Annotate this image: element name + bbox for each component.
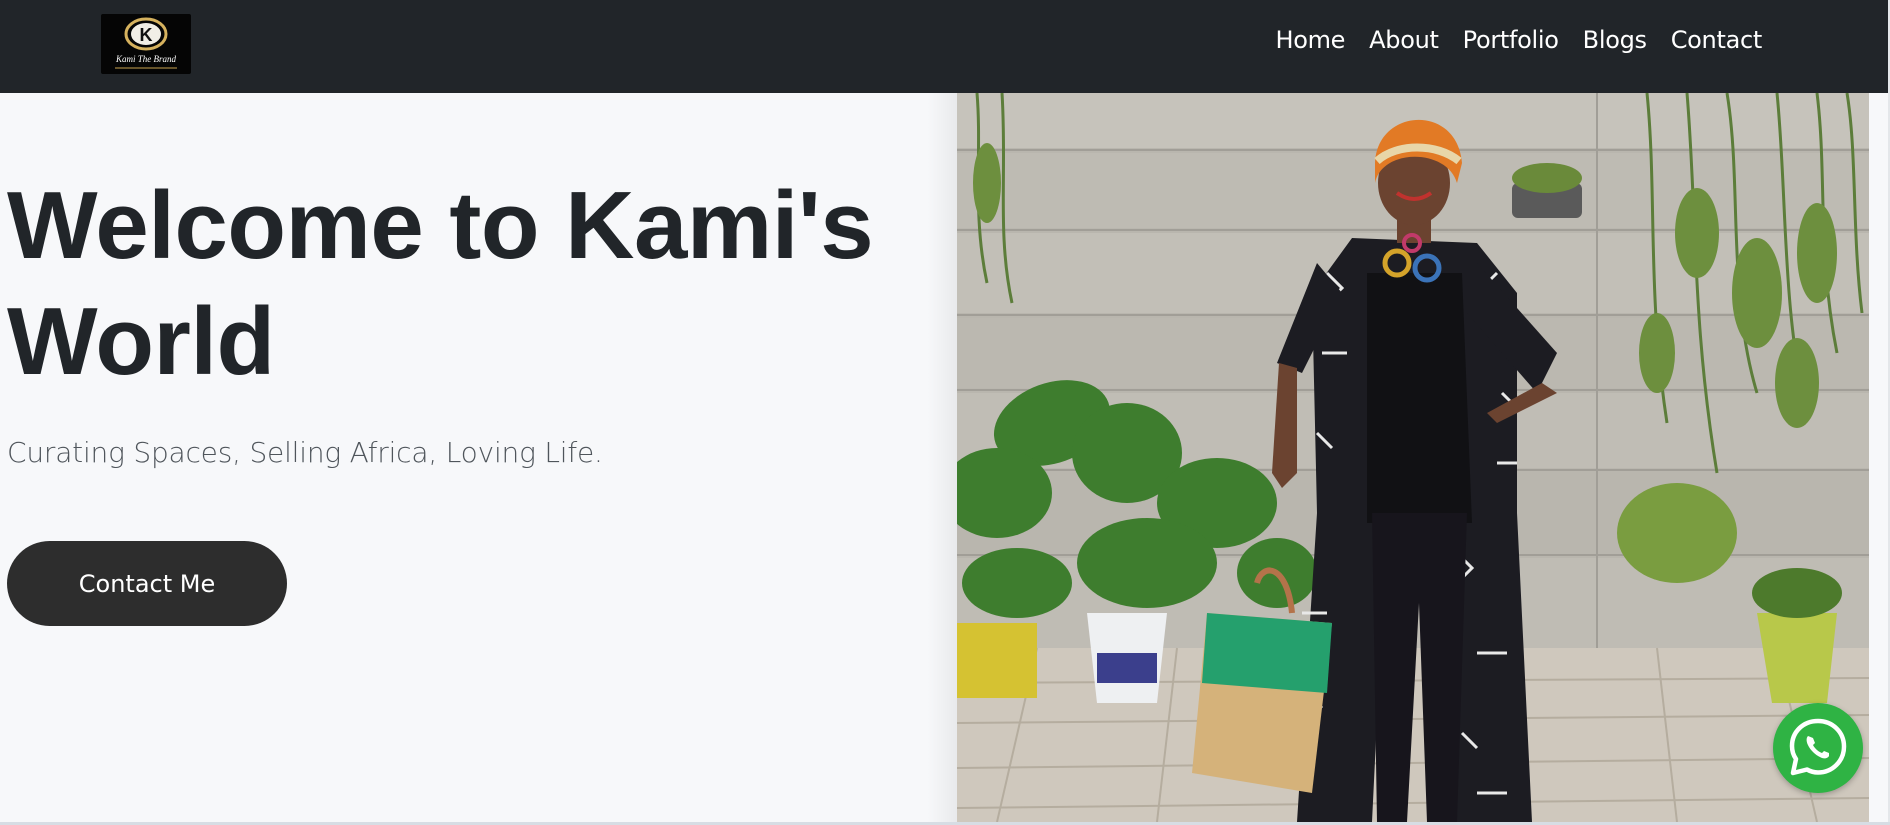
nav-item-portfolio[interactable]: Portfolio bbox=[1463, 26, 1559, 54]
navbar: K Kami The Brand Home About Portfolio Bl… bbox=[0, 0, 1888, 93]
hero-photo bbox=[957, 93, 1869, 822]
whatsapp-button[interactable] bbox=[1773, 703, 1863, 793]
whatsapp-icon bbox=[1789, 718, 1847, 776]
nav-item-blogs[interactable]: Blogs bbox=[1583, 26, 1647, 54]
image-shadow bbox=[927, 93, 957, 822]
brand-logo[interactable]: K Kami The Brand bbox=[101, 14, 191, 74]
nav-menu: Home About Portfolio Blogs Contact bbox=[1275, 0, 1762, 80]
logo-letter: K bbox=[140, 25, 153, 45]
hero-subtitle: Curating Spaces, Selling Africa, Loving … bbox=[7, 436, 603, 469]
nav-item-about[interactable]: About bbox=[1369, 26, 1439, 54]
nav-item-contact[interactable]: Contact bbox=[1671, 26, 1763, 54]
nav-item-home[interactable]: Home bbox=[1275, 26, 1345, 54]
contact-me-button[interactable]: Contact Me bbox=[7, 541, 287, 626]
logo-mark-icon: K Kami The Brand bbox=[115, 17, 177, 69]
hero-photo-illustration bbox=[957, 93, 1869, 822]
hero-title: Welcome to Kami's World bbox=[7, 172, 874, 395]
logo-script: Kami The Brand bbox=[115, 54, 177, 64]
